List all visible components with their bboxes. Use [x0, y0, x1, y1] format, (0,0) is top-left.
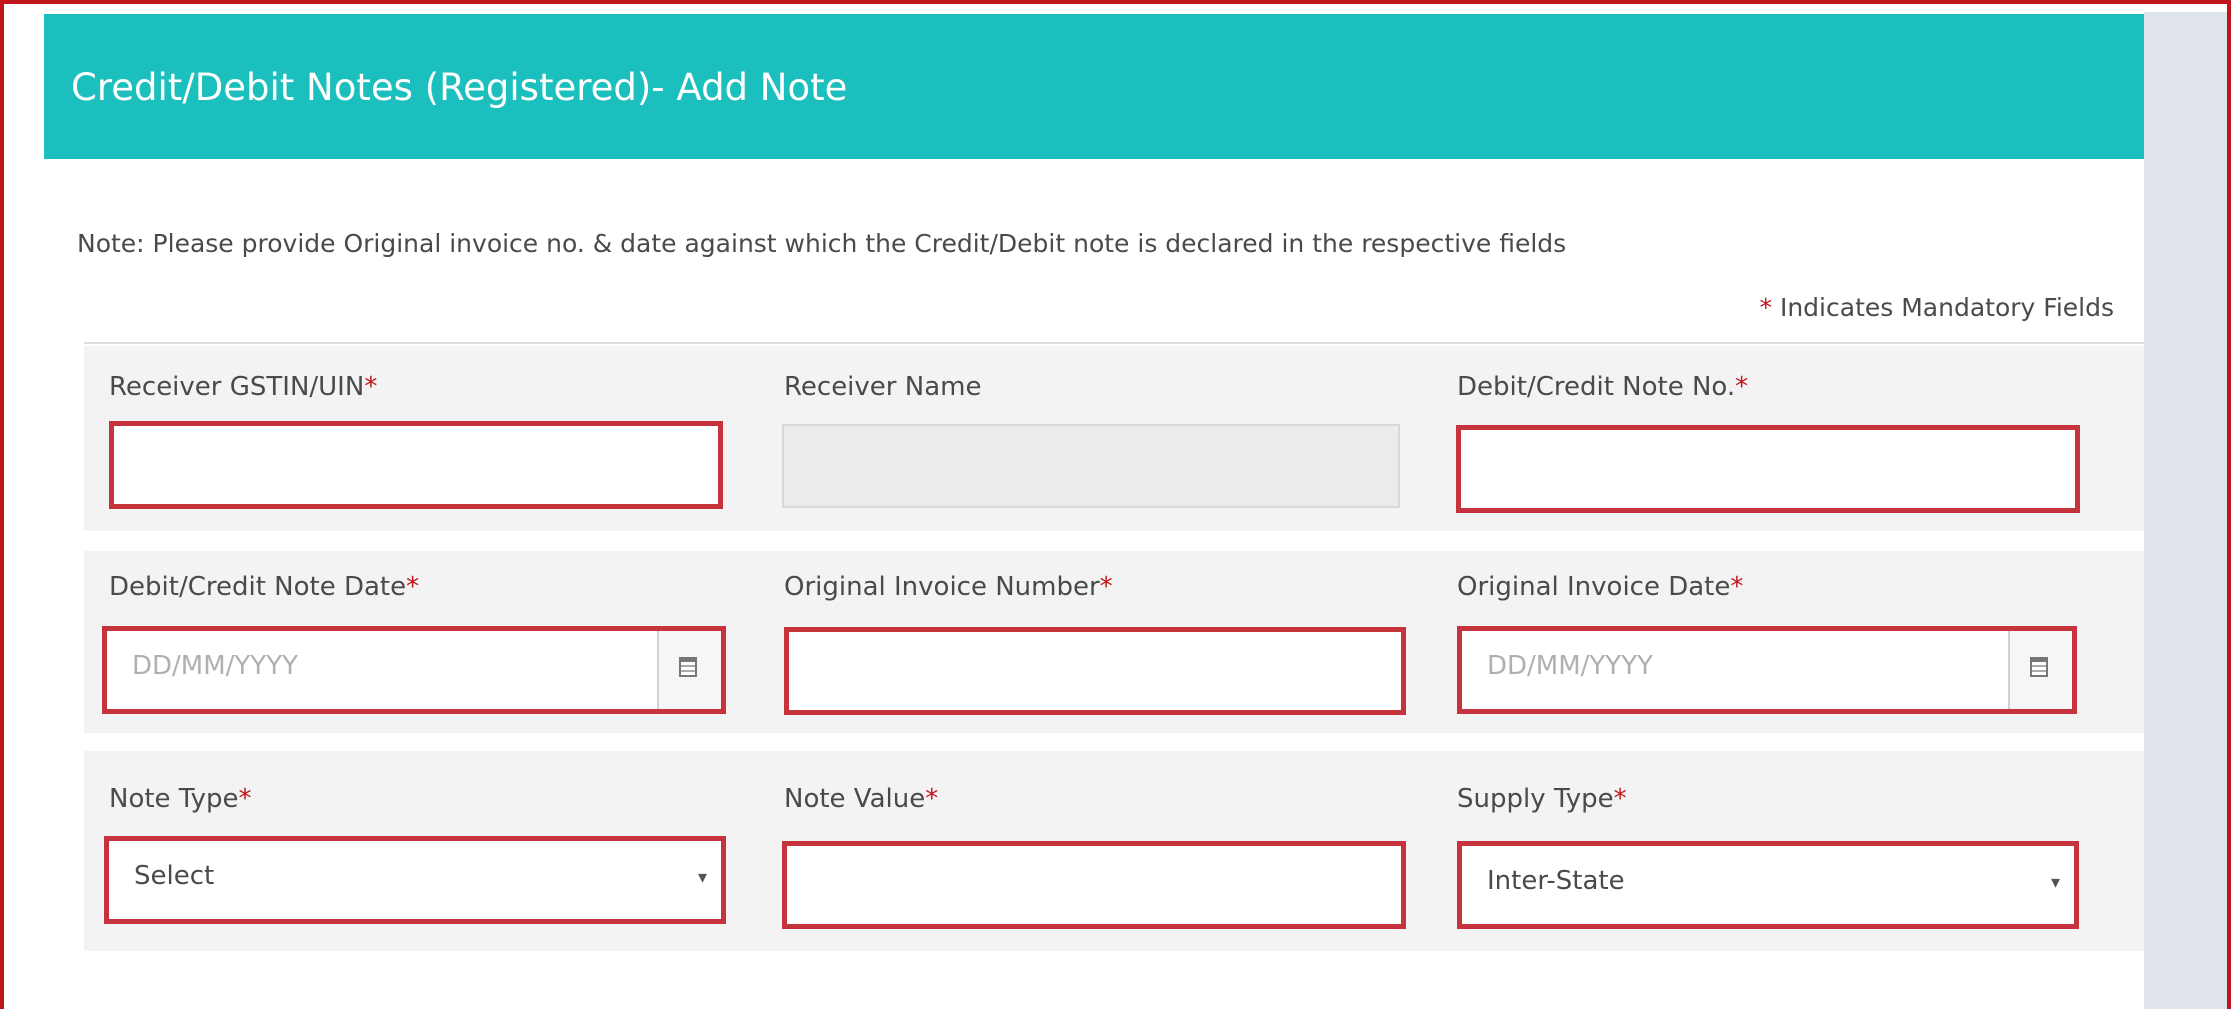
note-date-calendar-button[interactable]	[657, 631, 721, 709]
calendar-icon	[679, 657, 697, 677]
chevron-down-icon: ▾	[697, 867, 707, 888]
note-value-label: Note Value*	[784, 784, 939, 814]
receiver-name-label: Receiver Name	[784, 372, 982, 402]
chevron-down-icon: ▾	[2050, 872, 2060, 893]
add-note-panel: Credit/Debit Notes (Registered)- Add Not…	[44, 14, 2144, 1009]
note-date-input[interactable]: DD/MM/YYYY	[102, 626, 726, 714]
mandatory-legend-text: Indicates Mandatory Fields	[1779, 293, 2114, 322]
panel-header: Credit/Debit Notes (Registered)- Add Not…	[44, 14, 2144, 159]
note-date-placeholder: DD/MM/YYYY	[132, 651, 298, 681]
orig-invoice-no-input[interactable]	[784, 627, 1406, 715]
note-no-label: Debit/Credit Note No.*	[1457, 372, 1749, 402]
panel-title: Credit/Debit Notes (Registered)- Add Not…	[71, 66, 848, 109]
note-no-input[interactable]	[1456, 425, 2080, 513]
orig-invoice-date-input[interactable]: DD/MM/YYYY	[1457, 626, 2077, 714]
receiver-gstin-label: Receiver GSTIN/UIN*	[109, 372, 378, 402]
orig-invoice-date-label: Original Invoice Date*	[1457, 572, 1744, 602]
orig-invoice-date-placeholder: DD/MM/YYYY	[1487, 651, 1653, 681]
note-type-selected: Select	[134, 861, 215, 891]
note-type-select[interactable]: Select ▾	[104, 836, 726, 924]
note-value-input[interactable]	[782, 841, 1406, 929]
receiver-gstin-input[interactable]	[109, 421, 723, 509]
calendar-icon	[2030, 657, 2048, 677]
orig-invoice-date-calendar-button[interactable]	[2008, 631, 2072, 709]
supply-type-select[interactable]: Inter-State ▾	[1457, 841, 2079, 929]
receiver-name-field	[782, 424, 1400, 508]
page-gutter	[2144, 12, 2227, 1009]
required-star: *	[1759, 293, 1773, 322]
supply-type-label: Supply Type*	[1457, 784, 1627, 814]
orig-invoice-no-label: Original Invoice Number*	[784, 572, 1113, 602]
screenshot-frame: Credit/Debit Notes (Registered)- Add Not…	[0, 0, 2231, 1009]
note-type-label: Note Type*	[109, 784, 252, 814]
instruction-note: Note: Please provide Original invoice no…	[77, 229, 1567, 258]
mandatory-legend: * Indicates Mandatory Fields	[1760, 293, 2114, 322]
supply-type-selected: Inter-State	[1487, 866, 1625, 896]
divider	[84, 342, 2144, 344]
note-date-label: Debit/Credit Note Date*	[109, 572, 420, 602]
